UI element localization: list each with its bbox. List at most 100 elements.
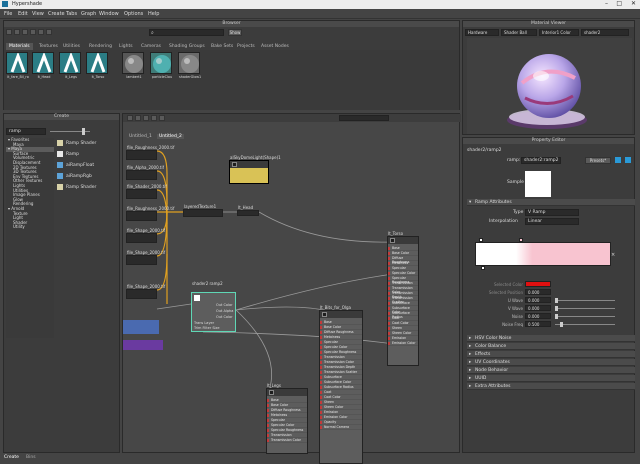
ramp-handle[interactable] [479,238,483,242]
toolbar-icon[interactable] [38,29,44,35]
shader-dropdown[interactable]: shader2 [581,29,629,36]
show-button[interactable]: Show [228,29,242,36]
graph-node[interactable]: lt_Legs Base Base Color Diffuse Roughness Me… [266,383,308,454]
ramp-gradient[interactable] [475,242,611,266]
renderer-dropdown[interactable]: Hardware [465,29,499,36]
node-port[interactable]: Emission Color [388,341,418,346]
field-slider[interactable] [555,308,615,309]
copy-tab-icon[interactable] [615,157,621,163]
material-swatch[interactable]: lt_Torso [86,51,109,79]
graph-node[interactable]: layeredTexture1 [183,204,223,217]
tab-shading-groups[interactable]: Shading Groups [166,43,208,50]
result-item[interactable]: Ramp Shader [56,183,116,192]
graph-node[interactable]: file_Shape_2000.tif [126,250,165,265]
field-input[interactable]: 0.000 [525,305,551,311]
geometry-dropdown[interactable]: Shader Ball [501,29,537,36]
tab-materials[interactable]: Materials [6,43,33,50]
menu-help[interactable]: Help [148,11,159,17]
tab-create[interactable]: Create [4,455,19,460]
toolbar-icon[interactable] [46,29,52,35]
node-name-input[interactable]: shader2:ramp2 [521,157,561,164]
minimize-button[interactable]: – [605,0,608,7]
ramp-attributes-section[interactable]: Ramp Attributes [467,199,635,206]
tab-lights[interactable]: Lights [116,43,136,50]
menu-edit[interactable]: Edit [18,11,28,17]
toolbar-icon[interactable] [22,29,28,35]
tab-projects[interactable]: Projects [234,43,258,50]
collapsed-section[interactable]: Effects [467,351,635,358]
slider-handle[interactable] [555,298,558,303]
collapsed-section[interactable]: Extra Attributes [467,383,635,390]
node-port[interactable]: Normal Camera [320,425,362,430]
show-hide-icon[interactable] [625,157,631,163]
graph-node[interactable]: alSkyDomeLight(Shape)1 [229,155,281,184]
field-input[interactable]: 0.000 [525,313,551,319]
result-item[interactable]: Ramp [56,150,116,159]
menu-tabs[interactable]: Tabs [66,11,77,17]
toolbar-icon[interactable] [14,29,20,35]
presets-button[interactable]: Presets* [585,157,611,164]
collapsed-section[interactable]: UV Coordinates [467,359,635,366]
browser-search-input[interactable]: ⌕ [149,29,224,36]
tab-asset-nodes[interactable]: Asset Nodes [258,43,292,50]
field-slider[interactable] [555,300,615,301]
menu-file[interactable]: File [4,11,12,17]
tab-bake-sets[interactable]: Bake Sets [208,43,236,50]
collapsed-section[interactable]: Color Balance [467,343,635,350]
graph-node[interactable]: file_Alpha_2000.tif [126,165,164,180]
material-swatch[interactable]: particleClou [150,52,173,79]
slider-handle[interactable] [555,306,558,311]
graph-node[interactable]: lt_Head [237,205,259,216]
close-icon[interactable]: × [611,252,615,258]
slider-handle[interactable] [555,314,558,319]
material-swatch[interactable]: lt_fare_Bil_ro [6,51,29,79]
create-search-input[interactable]: ramp [6,128,46,135]
material-swatch[interactable]: lt_Legs [59,51,82,79]
field-input[interactable]: 0.500 [525,321,551,327]
field-slider[interactable] [555,316,615,317]
material-swatch[interactable]: lt_Head [32,51,55,79]
tab-rendering[interactable]: Rendering [86,43,115,50]
ramp-handle[interactable] [519,238,523,242]
menu-options[interactable]: Options [124,11,143,17]
menu-window[interactable]: Window [99,11,119,17]
ramp-handle[interactable] [481,266,485,270]
tab-textures[interactable]: Textures [36,43,61,50]
collapsed-section[interactable]: Node Behavior [467,367,635,374]
field-slider[interactable] [555,324,615,325]
type-dropdown[interactable]: V Ramp [525,209,579,216]
toolbar-icon[interactable] [6,29,12,35]
blue-node[interactable] [123,320,159,334]
menu-graph[interactable]: Graph [81,11,96,17]
interpolation-dropdown[interactable]: Linear [525,218,579,225]
selected-color-swatch[interactable] [525,281,551,287]
result-item[interactable]: aiRampFloat [56,161,116,170]
material-swatch[interactable]: shaderGlow1 [178,52,201,79]
graph-node[interactable]: file_Roughness_2000.tif [126,145,174,160]
slider-handle[interactable] [560,322,563,327]
graph-node[interactable]: file_Shader_2000.tif [126,184,167,199]
graph-node[interactable]: lt_Torso Base Base Color Diffuse Roughness M… [387,231,419,366]
tab-cameras[interactable]: Cameras [138,43,164,50]
result-item[interactable]: aiRampRgb [56,172,116,181]
maximize-button[interactable]: □ [616,0,622,7]
purple-node[interactable] [123,340,163,350]
toolbar-icon[interactable] [30,29,36,35]
menu-create[interactable]: Create [48,11,65,17]
graph-node[interactable]: lt_Bits_for_Olga Base Base Color Diffuse Ro… [319,305,363,464]
environment-dropdown[interactable]: Interior1 Color [539,29,579,36]
graph-node[interactable]: file_Shape_2000.tif [126,284,165,299]
node-port[interactable]: Transmission Color [267,438,307,443]
menu-view[interactable]: View [32,11,44,17]
graph-node[interactable]: file_Shape_2000.tif [126,228,165,243]
tab-utilities[interactable]: Utilities [60,43,83,50]
tab-bins[interactable]: Bins [26,455,36,460]
tree-item[interactable]: Utility [6,225,54,230]
graph-node[interactable]: file_Roughness_2000.tif [126,206,174,221]
shader-node[interactable]: shader2 ramp2 Out Color Out Alpha Out Co… [191,281,236,332]
result-item[interactable]: Ramp Shader [56,139,116,148]
slider-handle[interactable] [82,128,85,135]
material-swatch[interactable]: lambert1 [122,52,145,79]
field-input[interactable]: 0.000 [525,297,551,303]
collapsed-section[interactable]: UUID [467,375,635,382]
